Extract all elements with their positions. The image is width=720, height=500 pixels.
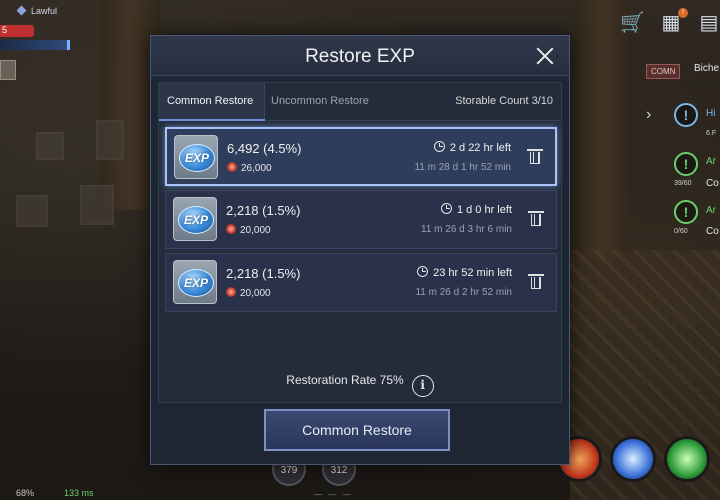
- tab-uncommon-restore[interactable]: Uncommon Restore: [271, 95, 369, 107]
- quest-progress: 39/60: [674, 180, 692, 187]
- trash-icon[interactable]: [527, 149, 543, 164]
- cost-value: 26,000: [241, 163, 272, 174]
- ping-value: 133 ms: [64, 488, 94, 498]
- exp-orb-label: EXP: [178, 206, 214, 234]
- exp-amount: 2,218 (1.5%): [226, 266, 301, 281]
- exp-list-item[interactable]: EXP 2,218 (1.5%) 20,000 1 d 0 hr left 11…: [165, 190, 557, 249]
- expiry-time: 11 m 28 d 1 hr 52 min: [414, 162, 511, 173]
- class-diamond-icon: [16, 5, 27, 16]
- tab-common-restore[interactable]: Common Restore: [167, 95, 253, 107]
- dialog-header: Restore EXP: [151, 36, 569, 76]
- tab-active-underline: [159, 119, 265, 121]
- restore-panel: Common Restore Uncommon Restore Storable…: [158, 82, 562, 403]
- clock-icon: [433, 141, 445, 152]
- adena-coin-icon: [226, 224, 236, 234]
- time-left-text: 1 d 0 hr left: [456, 204, 512, 216]
- close-icon[interactable]: [531, 42, 559, 70]
- character-name-text: Lawful: [31, 6, 58, 16]
- trash-icon[interactable]: [528, 211, 544, 226]
- time-left: 23 hr 52 min left: [417, 266, 512, 279]
- time-left: 1 d 0 hr left: [440, 203, 512, 216]
- quest-detail: Co: [706, 178, 719, 189]
- notification-badge: !: [678, 8, 688, 18]
- clock-icon: [440, 203, 452, 214]
- status-bar: 68% 133 ms: [0, 486, 200, 500]
- quest-title: Ar: [706, 156, 716, 167]
- dialog-title: Restore EXP: [305, 46, 415, 67]
- quest-detail: Co: [706, 226, 719, 237]
- exp-list: EXP 6,492 (4.5%) 26,000 2 d 22 hr left 1…: [165, 127, 557, 316]
- adena-coin-icon: [227, 162, 237, 172]
- skill-ice-button[interactable]: [610, 436, 656, 482]
- quest-title: Ar: [706, 205, 716, 216]
- exp-list-item[interactable]: EXP 6,492 (4.5%) 26,000 2 d 22 hr left 1…: [165, 127, 557, 186]
- restore-cost: 26,000: [227, 162, 272, 174]
- restore-tabs: Common Restore Uncommon Restore Storable…: [159, 83, 561, 121]
- time-left-text: 23 hr 52 min left: [433, 267, 512, 279]
- quest-alert-icon[interactable]: !: [674, 200, 698, 224]
- skill-nature-button[interactable]: [664, 436, 710, 482]
- time-left-text: 2 d 22 hr left: [449, 142, 511, 154]
- exp-orb-label: EXP: [179, 144, 215, 172]
- exp-amount: 2,218 (1.5%): [226, 203, 301, 218]
- quest-title: Hi: [706, 108, 716, 119]
- info-icon[interactable]: i: [411, 375, 434, 397]
- chevron-right-icon[interactable]: ›: [646, 106, 651, 124]
- shop-cart-icon[interactable]: 🛒: [620, 12, 645, 34]
- chat-channel-tag[interactable]: COMN: [646, 64, 681, 79]
- cost-value: 20,000: [240, 225, 271, 236]
- quest-alert-icon[interactable]: !: [674, 103, 698, 127]
- battery-level: 68%: [16, 488, 35, 498]
- chat-sender-name: Biche: [694, 63, 720, 74]
- hp-label: 5: [2, 25, 8, 35]
- common-restore-button[interactable]: Common Restore: [264, 409, 450, 451]
- expiry-time: 11 m 26 d 3 hr 6 min: [421, 224, 512, 235]
- scroll-icon[interactable]: ▤: [698, 12, 720, 34]
- character-name: Lawful: [16, 5, 58, 16]
- quest-progress: 6.F: [706, 130, 717, 137]
- exp-orb-label: EXP: [178, 269, 214, 297]
- exp-list-item[interactable]: EXP 2,218 (1.5%) 20,000 23 hr 52 min lef…: [165, 253, 557, 312]
- exp-orb-icon: EXP: [173, 260, 217, 304]
- restoration-rate-text: Restoration Rate 75%: [286, 373, 404, 387]
- exp-amount: 6,492 (4.5%): [227, 141, 302, 156]
- exp-orb-icon: EXP: [174, 135, 218, 179]
- clock-icon: [417, 266, 429, 277]
- buff-icon[interactable]: [0, 60, 16, 80]
- restore-cost: 20,000: [226, 287, 271, 299]
- quest-progress: 0/60: [674, 228, 688, 235]
- mp-bar: [0, 40, 70, 50]
- trash-icon[interactable]: [528, 274, 544, 289]
- time-left: 2 d 22 hr left: [433, 141, 511, 154]
- cost-value: 20,000: [240, 288, 271, 299]
- restoration-rate: Restoration Rate 75% i: [151, 373, 569, 397]
- restore-cost: 20,000: [226, 224, 271, 236]
- adena-coin-icon: [226, 287, 236, 297]
- page-indicator: — — —: [314, 490, 353, 499]
- restore-exp-dialog: Restore EXP Common Restore Uncommon Rest…: [150, 35, 570, 465]
- exp-orb-icon: EXP: [173, 197, 217, 241]
- expiry-time: 11 m 26 d 2 hr 52 min: [415, 287, 512, 298]
- storable-count: Storable Count 3/10: [455, 95, 553, 107]
- quest-alert-icon[interactable]: !: [674, 152, 698, 176]
